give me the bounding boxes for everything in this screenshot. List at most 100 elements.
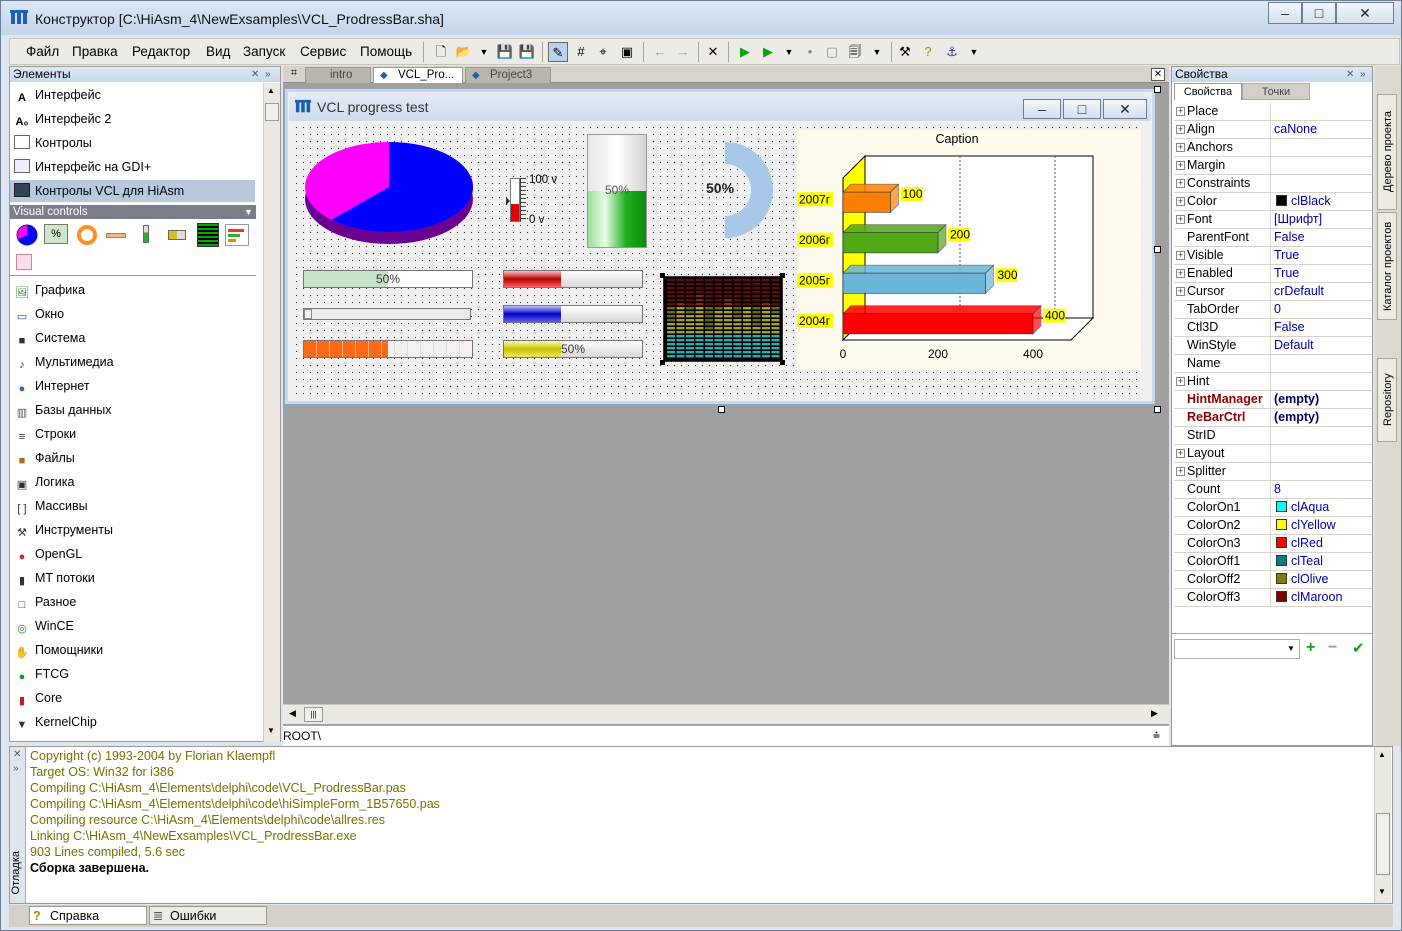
undo-icon[interactable]: ← (650, 42, 670, 62)
expand-icon[interactable]: + (1176, 179, 1185, 188)
property-row[interactable]: + Margin (1174, 157, 1372, 175)
minimize-button[interactable]: – (1268, 2, 1302, 24)
category-item[interactable]: [ ] Массивы (14, 495, 87, 517)
expand-icon[interactable]: + (1176, 251, 1185, 260)
property-value[interactable]: clRed (1274, 535, 1372, 552)
open-dropdown-icon[interactable]: ▼ (474, 42, 494, 62)
expand-icon[interactable]: + (1176, 215, 1185, 224)
property-value[interactable]: clAqua (1274, 499, 1372, 516)
run-options-icon[interactable]: ▶ (758, 42, 778, 62)
property-row[interactable]: Count 8 (1174, 481, 1372, 499)
debug-scroll-thumb[interactable] (1376, 813, 1390, 875)
debug-scroll-down-icon[interactable]: ▼ (1378, 887, 1386, 896)
tab-vcl-pro[interactable]: ◆ VCL_Pro... (373, 67, 463, 83)
export-dropdown-icon[interactable]: ▼ (867, 42, 887, 62)
apply-icon[interactable]: ✔ (1352, 639, 1365, 657)
tab-project3[interactable]: ◆ Project3 (465, 67, 551, 83)
run-icon[interactable]: ▶ (735, 42, 755, 62)
anchor-icon[interactable]: ⚓ (942, 42, 962, 62)
export-icon[interactable]: 🗐 (845, 42, 865, 62)
property-row[interactable]: Ctl3D False (1174, 319, 1372, 337)
debug-collapse-icon[interactable]: » (13, 763, 19, 774)
yellow-progress-control-icon[interactable] (168, 230, 186, 240)
menu-editor[interactable]: Редактор (132, 44, 190, 59)
menu-help[interactable]: Помощь (360, 44, 412, 59)
progress-bar[interactable]: 50% (503, 340, 643, 358)
scheme-icon[interactable]: ⌗ (285, 67, 303, 82)
property-row[interactable]: + Visible True (1174, 247, 1372, 265)
property-value[interactable]: (empty) (1274, 409, 1372, 426)
menu-file[interactable]: Файл (26, 44, 59, 59)
run-dropdown-icon[interactable]: ▼ (779, 42, 799, 62)
scroll-left-icon[interactable]: ◀ (289, 708, 296, 719)
tab-intro[interactable]: intro (305, 67, 371, 83)
property-value[interactable]: False (1274, 229, 1372, 246)
debug-scroll-up-icon[interactable]: ▲ (1378, 750, 1386, 759)
remove-icon[interactable]: − (1328, 639, 1337, 657)
property-value[interactable]: 8 (1274, 481, 1372, 498)
add-icon[interactable]: + (1306, 639, 1315, 657)
equalizer-control-icon[interactable] (197, 223, 219, 247)
property-value[interactable]: Default (1274, 337, 1372, 354)
elements-item-interface[interactable]: A Интерфейс (14, 84, 101, 106)
category-item[interactable]: ▥ Базы данных (14, 399, 112, 421)
category-item[interactable]: ● Интернет (14, 375, 90, 397)
resize-handle-bottom[interactable] (718, 406, 725, 413)
tools-icon[interactable]: ⚒ (895, 42, 915, 62)
category-item[interactable]: ♪ Мультимедиа (14, 351, 113, 373)
elements-item-interface2[interactable]: A₀ Интерфейс 2 (14, 108, 112, 130)
property-row[interactable]: ParentFont False (1174, 229, 1372, 247)
property-value[interactable] (1274, 355, 1372, 372)
property-value[interactable] (1274, 445, 1372, 462)
property-value[interactable]: (empty) (1274, 391, 1372, 408)
property-value[interactable]: clYellow (1274, 517, 1372, 534)
property-row[interactable]: + Hint (1174, 373, 1372, 391)
hscroll-thumb[interactable]: ||| (304, 707, 323, 722)
property-row[interactable]: + Font [Шрифт] (1174, 211, 1372, 229)
property-row[interactable]: + Splitter (1174, 463, 1372, 481)
property-row[interactable]: ColorOn2 clYellow (1174, 517, 1372, 535)
property-row[interactable]: HintManager (empty) (1174, 391, 1372, 409)
property-row[interactable]: ReBarCtrl (empty) (1174, 409, 1372, 427)
property-row[interactable]: ColorOff1 clTeal (1174, 553, 1372, 571)
property-row[interactable]: ColorOff3 clMaroon (1174, 589, 1372, 607)
debug-icon[interactable]: • (800, 42, 820, 62)
form-close-button[interactable]: ✕ (1103, 99, 1147, 119)
save-all-icon[interactable]: 💾 (517, 42, 537, 62)
delete-icon[interactable]: ✕ (703, 42, 723, 62)
elements-item-vcl[interactable]: Контролы VCL для HiAsm (10, 180, 255, 202)
title-bar[interactable]: Конструктор [C:\HiAsm_4\NewExsamples\VCL… (1, 1, 1401, 35)
property-value[interactable] (1274, 103, 1372, 120)
category-item[interactable]: ⚒ Инструменты (14, 519, 113, 541)
property-value[interactable]: [Шрифт] (1274, 211, 1372, 228)
property-row[interactable]: + Place (1174, 103, 1372, 121)
property-row[interactable]: + Cursor crDefault (1174, 283, 1372, 301)
tab-help[interactable]: ? Справка (29, 906, 147, 925)
pie-chart-control-icon[interactable] (15, 223, 39, 247)
align-icon[interactable]: ⌖ (593, 42, 613, 62)
tab-project-tree[interactable]: Дерево проекта (1377, 94, 1397, 210)
close-tab-icon[interactable]: ✕ (1151, 68, 1165, 81)
compile-icon[interactable]: ▢ (822, 42, 842, 62)
property-value[interactable]: clBlack (1274, 193, 1372, 210)
property-value[interactable]: crDefault (1274, 283, 1372, 300)
property-value[interactable] (1274, 175, 1372, 192)
category-item[interactable]: ● OpenGL (14, 543, 83, 565)
tab-properties[interactable]: Свойства (1174, 83, 1242, 100)
vprogress-control-icon[interactable] (143, 225, 149, 243)
category-item[interactable]: ▼ KernelChip (14, 711, 97, 733)
expand-icon[interactable]: + (1176, 143, 1185, 152)
expand-icon[interactable]: + (1176, 125, 1185, 134)
property-value[interactable]: caNone (1274, 121, 1372, 138)
form-control-icon[interactable] (16, 254, 32, 270)
property-row[interactable]: + Constraints (1174, 175, 1372, 193)
property-row[interactable]: Name (1174, 355, 1372, 373)
expand-icon[interactable]: + (1176, 161, 1185, 170)
category-item[interactable]: ≡ Строки (14, 423, 76, 445)
elements-scrollbar[interactable]: ▲ ▼ (263, 83, 280, 742)
scroll-down-icon[interactable]: ▼ (267, 726, 275, 735)
frame-icon[interactable]: ▣ (617, 42, 637, 62)
property-row[interactable]: ColorOn1 clAqua (1174, 499, 1372, 517)
property-value[interactable]: clMaroon (1274, 589, 1372, 606)
property-value[interactable]: False (1274, 319, 1372, 336)
